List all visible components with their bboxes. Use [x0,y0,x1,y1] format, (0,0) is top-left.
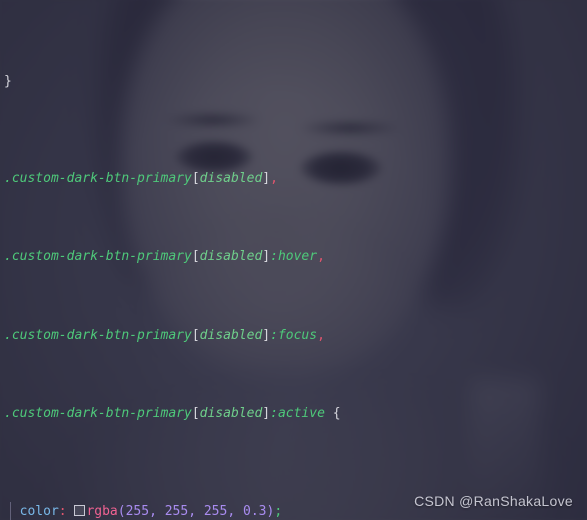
semicolon: ; [274,503,283,519]
code-line[interactable]: .custom-dark-btn-primary[disabled]:activ… [0,404,587,424]
comma: , [270,170,278,186]
attribute-disabled: disabled [199,327,263,343]
indent-guide [10,501,11,520]
selector-class: .custom-dark-btn-primary [4,327,192,343]
selector-class: .custom-dark-btn-primary [4,170,192,186]
selector-class: .custom-dark-btn-primary [4,249,192,265]
brace-close: } [4,74,12,90]
bracket-close: ] [262,327,271,343]
bracket-close: ] [262,170,271,186]
brace-open: { [332,405,341,421]
code-line[interactable]: .custom-dark-btn-primary[disabled]:focus… [0,326,587,346]
property-color: color [19,503,59,519]
csdn-watermark: CSDN @RanShakaLove [414,493,573,510]
bracket-open: [ [191,405,200,421]
code-line[interactable]: .custom-dark-btn-primary[disabled], [0,169,587,189]
code-line[interactable]: .custom-dark-btn-primary[disabled]:hover… [0,247,587,267]
bracket-close: ] [262,405,271,421]
attribute-disabled: disabled [199,249,263,265]
pseudo-focus: :focus [270,327,318,343]
pseudo-active: :active [270,405,325,421]
attribute-disabled: disabled [199,170,263,186]
comma: , [317,249,325,265]
bracket-close: ] [262,249,271,265]
attribute-disabled: disabled [199,405,263,421]
code-editor-pane[interactable]: } .custom-dark-btn-primary[disabled], .c… [0,0,587,520]
bracket-open: [ [191,170,200,186]
colon: : [58,503,67,519]
code-line[interactable]: } [0,75,587,90]
comma: , [317,327,325,343]
function-rgba: rgba [86,503,118,519]
selector-class: .custom-dark-btn-primary [4,405,192,421]
bracket-open: [ [191,327,200,343]
pseudo-hover: :hover [270,249,318,265]
color-swatch-icon[interactable] [74,504,86,516]
bracket-open: [ [191,249,200,265]
code-content[interactable]: } .custom-dark-btn-primary[disabled], .c… [0,0,587,520]
rgba-arguments: (255, 255, 255, 0.3) [117,503,275,519]
